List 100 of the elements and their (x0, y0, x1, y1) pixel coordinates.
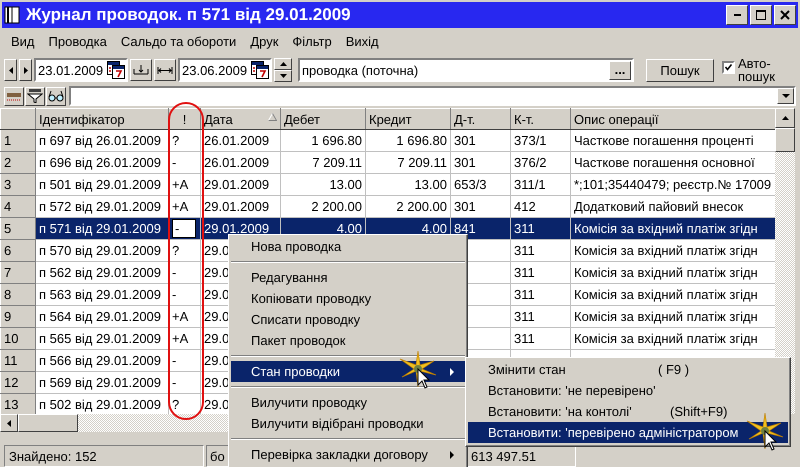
double-arrow-icon (157, 65, 173, 75)
column-header[interactable]: Опис операції (570, 108, 775, 130)
menu-bar-item[interactable]: Друк (243, 34, 286, 48)
status-field: Знайдено: 152 (4, 445, 204, 467)
submenu-arrow-icon (450, 450, 455, 458)
left-arrow-icon (7, 420, 11, 426)
calendar-icon (251, 61, 269, 79)
funnel-icon (27, 89, 43, 103)
browse-button[interactable]: ... (609, 60, 631, 80)
range-button[interactable] (130, 59, 152, 81)
next-button[interactable] (19, 59, 32, 81)
table-cell: 1 696.80 (280, 130, 366, 152)
column-header[interactable]: Ідентифікатор (36, 108, 168, 130)
maximize-button[interactable] (750, 5, 772, 25)
menu-item[interactable]: Перевірка закладки договору (231, 444, 465, 465)
table-cell: п 562 від 29.01.2009 (36, 262, 168, 284)
dropdown-arrow-icon (782, 94, 790, 98)
check-icon (725, 64, 732, 71)
scroll-left-button[interactable] (0, 414, 18, 432)
table-cell: п 570 від 29.01.2009 (36, 240, 168, 262)
table-cell: 311 (510, 306, 570, 328)
menu-item[interactable]: Встановити: 'на контолі' (Shift+F9) (468, 401, 788, 422)
spin-up-button[interactable] (274, 58, 292, 70)
menu-item[interactable]: Вилучити відібрані проводки (231, 413, 465, 434)
book-icon (4, 6, 22, 24)
menu-bar-item[interactable]: Вихід (338, 34, 386, 48)
menu-item[interactable]: Змінити стан ( F9 ) (468, 359, 788, 380)
column-header[interactable]: Кредит (366, 108, 450, 130)
row-number: 3 (0, 174, 36, 196)
spelling-button[interactable] (4, 86, 24, 106)
minimize-button[interactable] (726, 5, 748, 25)
scroll-thumb[interactable] (18, 414, 78, 432)
table-cell[interactable]: - (172, 219, 196, 238)
selected-cell: Комісія за вхідний платіж згідн (570, 218, 775, 240)
menu-bar-item[interactable]: Проводка (42, 34, 114, 48)
row-number: 2 (0, 152, 36, 174)
row-number: 5 (0, 218, 36, 240)
row-number: 8 (0, 284, 36, 306)
up-arrow-icon (280, 62, 286, 66)
table-cell: 1 696.80 (366, 130, 450, 152)
table-cell: 311 (510, 284, 570, 306)
table-cell: 311/1 (510, 174, 570, 196)
table-cell: п 563 від 29.01.2009 (36, 284, 168, 306)
glasses-icon (48, 89, 64, 103)
search-button[interactable]: Пошук (646, 58, 714, 82)
table-cell: 26.01.2009 (200, 130, 280, 152)
column-header[interactable]: ! (168, 108, 200, 130)
scroll-thumb[interactable] (775, 128, 795, 152)
table-cell: п 501 від 29.01.2009 (36, 174, 168, 196)
column-header[interactable]: Д-т. (450, 108, 510, 130)
down-arrow-icon (280, 74, 286, 78)
table-cell: - (168, 262, 200, 284)
table-cell: 376/2 (510, 152, 570, 174)
menu-item[interactable]: Встановити: 'перевірено адміністратором (468, 422, 788, 443)
table-cell: п 696 від 26.01.2009 (36, 152, 168, 174)
table-cell: 29.01.2009 (200, 174, 280, 196)
table-cell: п 564 від 29.01.2009 (36, 306, 168, 328)
menu-bar-item[interactable]: Вид (4, 34, 42, 48)
close-button[interactable] (774, 5, 796, 25)
row-number: 10 (0, 328, 36, 350)
row-number: 1 (0, 130, 36, 152)
checkbox-label[interactable]: Авто-пошук (738, 57, 780, 83)
scroll-up-button[interactable] (775, 108, 795, 128)
spin-down-button[interactable] (274, 70, 292, 82)
menu-bar-item[interactable]: Сальдо та обороти (114, 34, 244, 48)
table-cell: 311 (510, 262, 570, 284)
row-number: 7 (0, 262, 36, 284)
row-number: 6 (0, 240, 36, 262)
table-cell: 301 (450, 130, 510, 152)
previous-button[interactable] (4, 59, 17, 81)
column-header[interactable]: К-т. (510, 108, 570, 130)
table-cell: 13.00 (280, 174, 366, 196)
row-number: 13 (0, 394, 36, 414)
menu-bar-item[interactable]: Фільтр (285, 34, 339, 48)
table-cell: 301 (450, 152, 510, 174)
selected-cell: п 571 від 29.01.2009 (36, 218, 168, 240)
filter-field[interactable]: проводка (поточна) ... (298, 58, 634, 82)
table-cell: 13.00 (366, 174, 450, 196)
quick-filter-combo[interactable] (69, 86, 796, 106)
filter-button[interactable] (25, 86, 45, 106)
checkbox[interactable] (722, 61, 735, 74)
span-button[interactable] (154, 59, 176, 81)
table-cell: 26.01.2009 (200, 152, 280, 174)
right-arrow-icon (24, 66, 28, 74)
column-header[interactable]: Дебет (280, 108, 366, 130)
menu-item[interactable]: Встановити: 'не перевірено' (468, 380, 788, 401)
left-arrow-icon (8, 66, 12, 74)
view-button[interactable] (46, 86, 66, 106)
menu-item[interactable]: Стан проводки (231, 361, 465, 382)
date-field[interactable]: 23.01.2009 (34, 58, 128, 82)
row-number: 12 (0, 372, 36, 394)
row-number: 9 (0, 306, 36, 328)
table-cell: - (168, 350, 200, 372)
table-cell: п 697 від 26.01.2009 (36, 130, 168, 152)
table-cell: +А (168, 306, 200, 328)
date-field[interactable]: 23.06.2009 (178, 58, 272, 82)
window-title: Журнал проводок. п 571 від 29.01.2009 (26, 5, 351, 25)
column-header[interactable]: Дата (200, 108, 280, 130)
table-cell: 311 (510, 240, 570, 262)
table-cell: п 569 від 29.01.2009 (36, 372, 168, 394)
